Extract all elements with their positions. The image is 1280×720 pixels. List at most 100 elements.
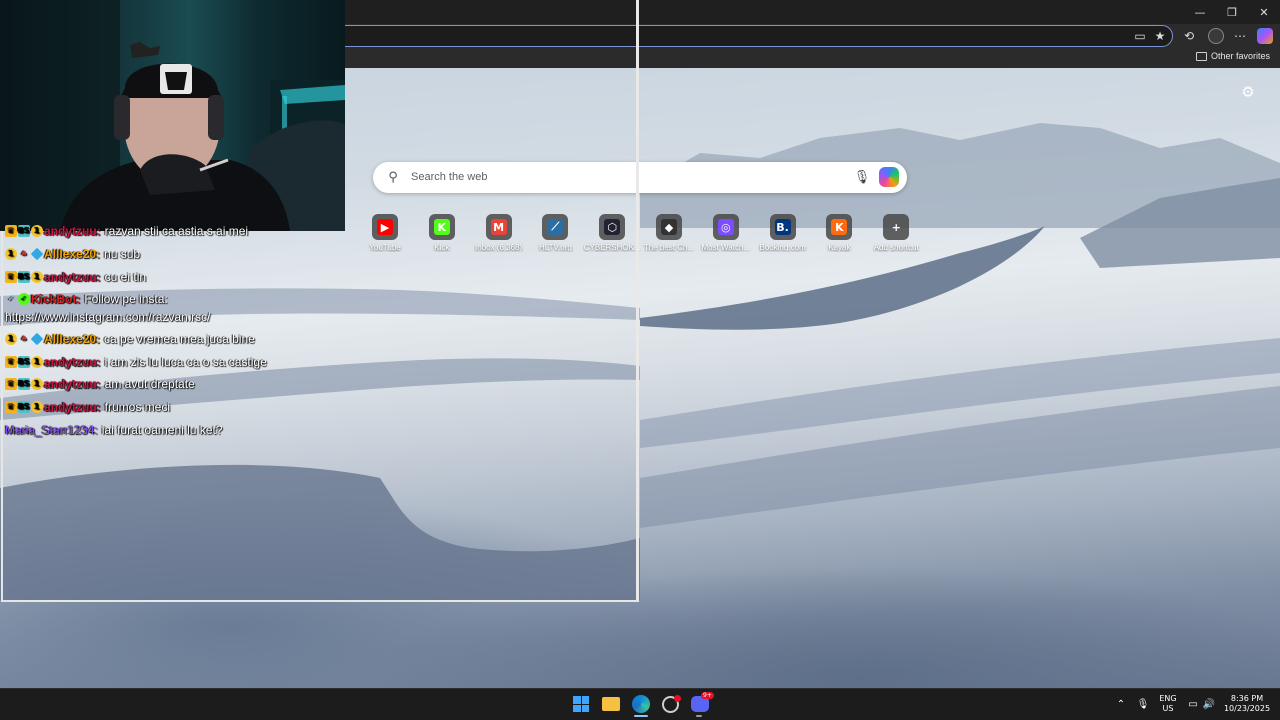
microphone-icon[interactable]: 🎙: [854, 169, 871, 186]
chess-icon: ◆: [661, 219, 677, 235]
chat-colon: :: [96, 270, 101, 284]
chat-colon: :: [96, 224, 101, 238]
kayak-icon: K: [831, 219, 848, 235]
crown-badge-icon: ♛: [5, 271, 17, 283]
chat-message: ♛ ɃS 1 andytzuu: razvan stii ca astia s ai m…: [5, 224, 248, 238]
address-bar[interactable]: [330, 25, 1173, 47]
chat-username[interactable]: andytzuu: [44, 224, 97, 238]
more-options-icon[interactable]: ⋯: [1231, 28, 1249, 44]
chat-username[interactable]: andytzuu: [44, 400, 97, 414]
gem-badge-icon: [30, 247, 44, 261]
other-favorites[interactable]: Other favorites: [1195, 51, 1270, 61]
copilot-toolbar-icon[interactable]: [1257, 28, 1273, 44]
chat-username[interactable]: andytzuu: [44, 355, 97, 369]
one-badge-icon: 1: [31, 225, 43, 237]
volume-icon[interactable]: 🔊: [1202, 688, 1216, 720]
chat-username[interactable]: Alllexe20: [44, 247, 96, 261]
chat-text: am avut dreptate: [104, 377, 195, 391]
crown-badge-icon: ♛: [5, 225, 17, 237]
shortcut-kayak[interactable]: K Kayak: [810, 214, 868, 256]
subscriber-badge-icon: ɃS: [18, 356, 30, 368]
page-settings-icon[interactable]: ⚙: [1240, 83, 1256, 101]
start-button[interactable]: [569, 692, 593, 716]
chat-message: ♛ ɃS 1 andytzuu: frumos meci: [5, 400, 170, 414]
most-watched-icon: ◎: [717, 219, 734, 235]
shortcut-tile[interactable]: ◆: [656, 214, 682, 240]
chat-message: 1 ♠ Alllexe20: nu sub: [5, 247, 140, 261]
verified-badge-icon: ✓: [7, 294, 15, 303]
shortcut-chess[interactable]: ◆ The best Ch...: [640, 214, 698, 256]
language-indicator[interactable]: ENG US: [1156, 688, 1180, 720]
chat-username[interactable]: Maria_Starr1234: [5, 423, 94, 437]
taskbar-edge[interactable]: [629, 692, 653, 716]
copilot-icon[interactable]: [879, 167, 899, 187]
chat-colon: :: [76, 292, 81, 306]
chat-message: ✓ ✓ KickBot: Follow pe insta:: [5, 292, 168, 306]
edge-icon: [632, 695, 650, 713]
chat-colon: :: [94, 423, 98, 437]
chat-text: cu ei tin: [104, 270, 147, 284]
keyboard-region: US: [1162, 704, 1174, 713]
chat-text: Follow pe insta:: [84, 292, 168, 306]
chat-colon: :: [96, 377, 101, 391]
one-badge-icon: 1: [31, 378, 43, 390]
gem-badge-icon: [30, 332, 44, 346]
shortcut-label: Kayak: [828, 243, 851, 252]
clock[interactable]: 8:36 PM 10/23/2025: [1222, 688, 1272, 720]
tray-overflow-chevron-icon[interactable]: ⌃: [1114, 688, 1128, 720]
network-icon[interactable]: ▭: [1186, 688, 1200, 720]
close-button[interactable]: ✕: [1248, 0, 1280, 24]
shortcut-tile[interactable]: K: [826, 214, 853, 240]
folder-icon: [1195, 51, 1207, 61]
taskbar-file-explorer[interactable]: [599, 692, 623, 716]
subscriber-badge-icon: ɃS: [18, 378, 30, 390]
shortcut-label: Add shortcut: [873, 243, 919, 252]
chat-message: https://www.instagram.com/razvan.rsc/: [5, 310, 210, 324]
shortcut-most-watched[interactable]: ◎ Most Watch...: [697, 214, 755, 256]
minimize-button[interactable]: —: [1184, 0, 1216, 24]
chat-username[interactable]: Alllexe20: [44, 332, 96, 346]
chat-text: nu sub: [104, 247, 141, 261]
crown-badge-icon: ♛: [5, 378, 17, 390]
one-badge-icon: 1: [5, 333, 17, 345]
tray-microphone-icon[interactable]: 🎙: [1136, 688, 1150, 720]
shortcut-tile[interactable]: +: [883, 214, 910, 240]
extensions-icon[interactable]: ⟲: [1180, 28, 1198, 44]
language-code: ENG: [1159, 694, 1177, 703]
restore-button[interactable]: ❐: [1216, 0, 1248, 24]
chat-frame-border: [1, 231, 639, 602]
chat-colon: :: [96, 400, 101, 414]
crown-badge-icon: ♛: [5, 401, 17, 413]
steam-notification-dot: [674, 695, 681, 702]
shortcut-tile[interactable]: B.: [769, 214, 796, 240]
shortcut-tile[interactable]: ◎: [712, 214, 739, 240]
add-icon: +: [891, 220, 901, 234]
subscriber-badge-icon: ɃS: [18, 401, 30, 413]
window-controls: — ❐ ✕: [1184, 0, 1280, 24]
profile-avatar[interactable]: [1208, 28, 1224, 44]
chat-message: ♛ ɃS 1 andytzuu: cu ei tin: [5, 270, 146, 284]
chat-text: iai furat oameni lu ket?: [101, 423, 223, 437]
chat-text: i am zis lu luca ca o sa castige: [104, 355, 267, 369]
chat-colon: :: [96, 332, 101, 346]
shortcut-add[interactable]: + Add shortcut: [867, 214, 925, 256]
clock-time: 8:36 PM: [1230, 694, 1264, 703]
shortcut-label: Booking.com: [759, 243, 806, 252]
chat-text: frumos meci: [104, 400, 171, 414]
shortcut-booking[interactable]: B. Booking.com: [754, 214, 812, 256]
chat-username[interactable]: KickBot: [31, 292, 76, 306]
chat-colon: :: [96, 355, 101, 369]
reader-view-icon[interactable]: ▭: [1132, 28, 1148, 44]
chat-colon: :: [96, 247, 101, 261]
gift-badge-icon: ♠: [20, 334, 28, 343]
windows-icon: [573, 696, 589, 712]
webcam-image: [0, 0, 345, 231]
one-badge-icon: 1: [31, 401, 43, 413]
chat-username[interactable]: andytzuu: [44, 270, 97, 284]
chat-text: razvan stii ca astia s ai mei: [104, 224, 249, 238]
chat-username[interactable]: andytzuu: [44, 377, 97, 391]
search-placeholder[interactable]: Search the web: [411, 171, 487, 183]
gift-badge-icon: ♠: [20, 249, 28, 258]
one-badge-icon: 1: [5, 248, 17, 260]
favorite-star-icon[interactable]: ★: [1152, 28, 1168, 44]
